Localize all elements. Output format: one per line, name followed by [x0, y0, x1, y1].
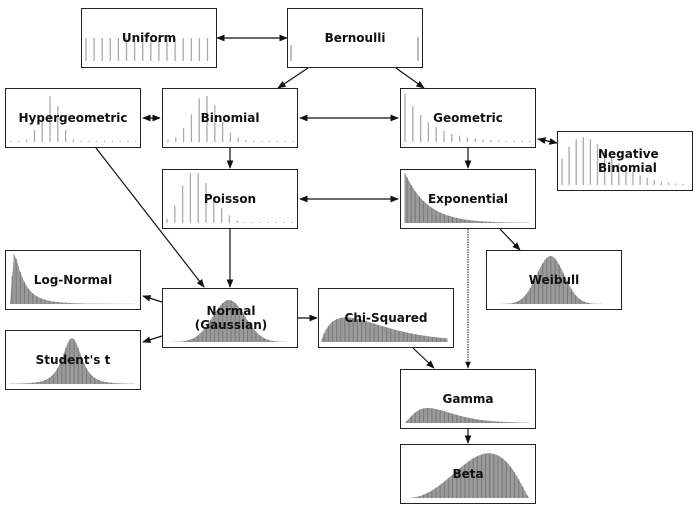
node-label: Weibull [528, 273, 580, 287]
edge-chi-squared-to-gamma [412, 347, 435, 369]
node-label: Hypergeometric [18, 111, 128, 125]
node-label: Student's t [35, 353, 111, 367]
node-uniform: Uniform [81, 8, 217, 68]
node-exponential: Exponential [400, 169, 536, 229]
node-label: Normal (Gaussian) [194, 304, 268, 332]
node-students-t: Student's t [5, 330, 141, 390]
node-hypergeometric: Hypergeometric [5, 88, 141, 148]
node-label: Chi-Squared [344, 311, 428, 325]
edge-normal-to-students-t [142, 335, 163, 343]
node-label: Geometric [433, 111, 503, 125]
node-label: Log-Normal [33, 273, 113, 287]
node-label: Binomial [200, 111, 260, 125]
node-label: Beta [452, 467, 484, 481]
node-log-normal: Log-Normal [5, 250, 141, 310]
node-poisson: Poisson [162, 169, 298, 229]
edge-bernoulli-to-geometric [395, 67, 425, 89]
edge-bernoulli-to-binomial [277, 67, 309, 89]
node-binomial: Binomial [162, 88, 298, 148]
node-chi-squared: Chi-Squared [318, 288, 454, 348]
edge-geometric-to-negative-binomial [537, 137, 558, 145]
node-weibull: Weibull [486, 250, 622, 310]
node-label: Poisson [203, 192, 257, 206]
node-geometric: Geometric [400, 88, 536, 148]
node-label: Negative Binomial [598, 147, 659, 175]
node-label: Uniform [121, 31, 177, 45]
node-label: Bernoulli [324, 31, 386, 45]
edge-normal-to-log-normal [142, 295, 163, 303]
node-label: Exponential [427, 192, 509, 206]
node-normal: Normal (Gaussian) [162, 288, 298, 348]
node-negative-binomial: Negative Binomial [557, 131, 693, 191]
node-beta: Beta [400, 444, 536, 504]
node-label: Gamma [442, 392, 494, 406]
edge-exponential-to-weibull [499, 228, 521, 251]
node-gamma: Gamma [400, 369, 536, 429]
node-bernoulli: Bernoulli [287, 8, 423, 68]
